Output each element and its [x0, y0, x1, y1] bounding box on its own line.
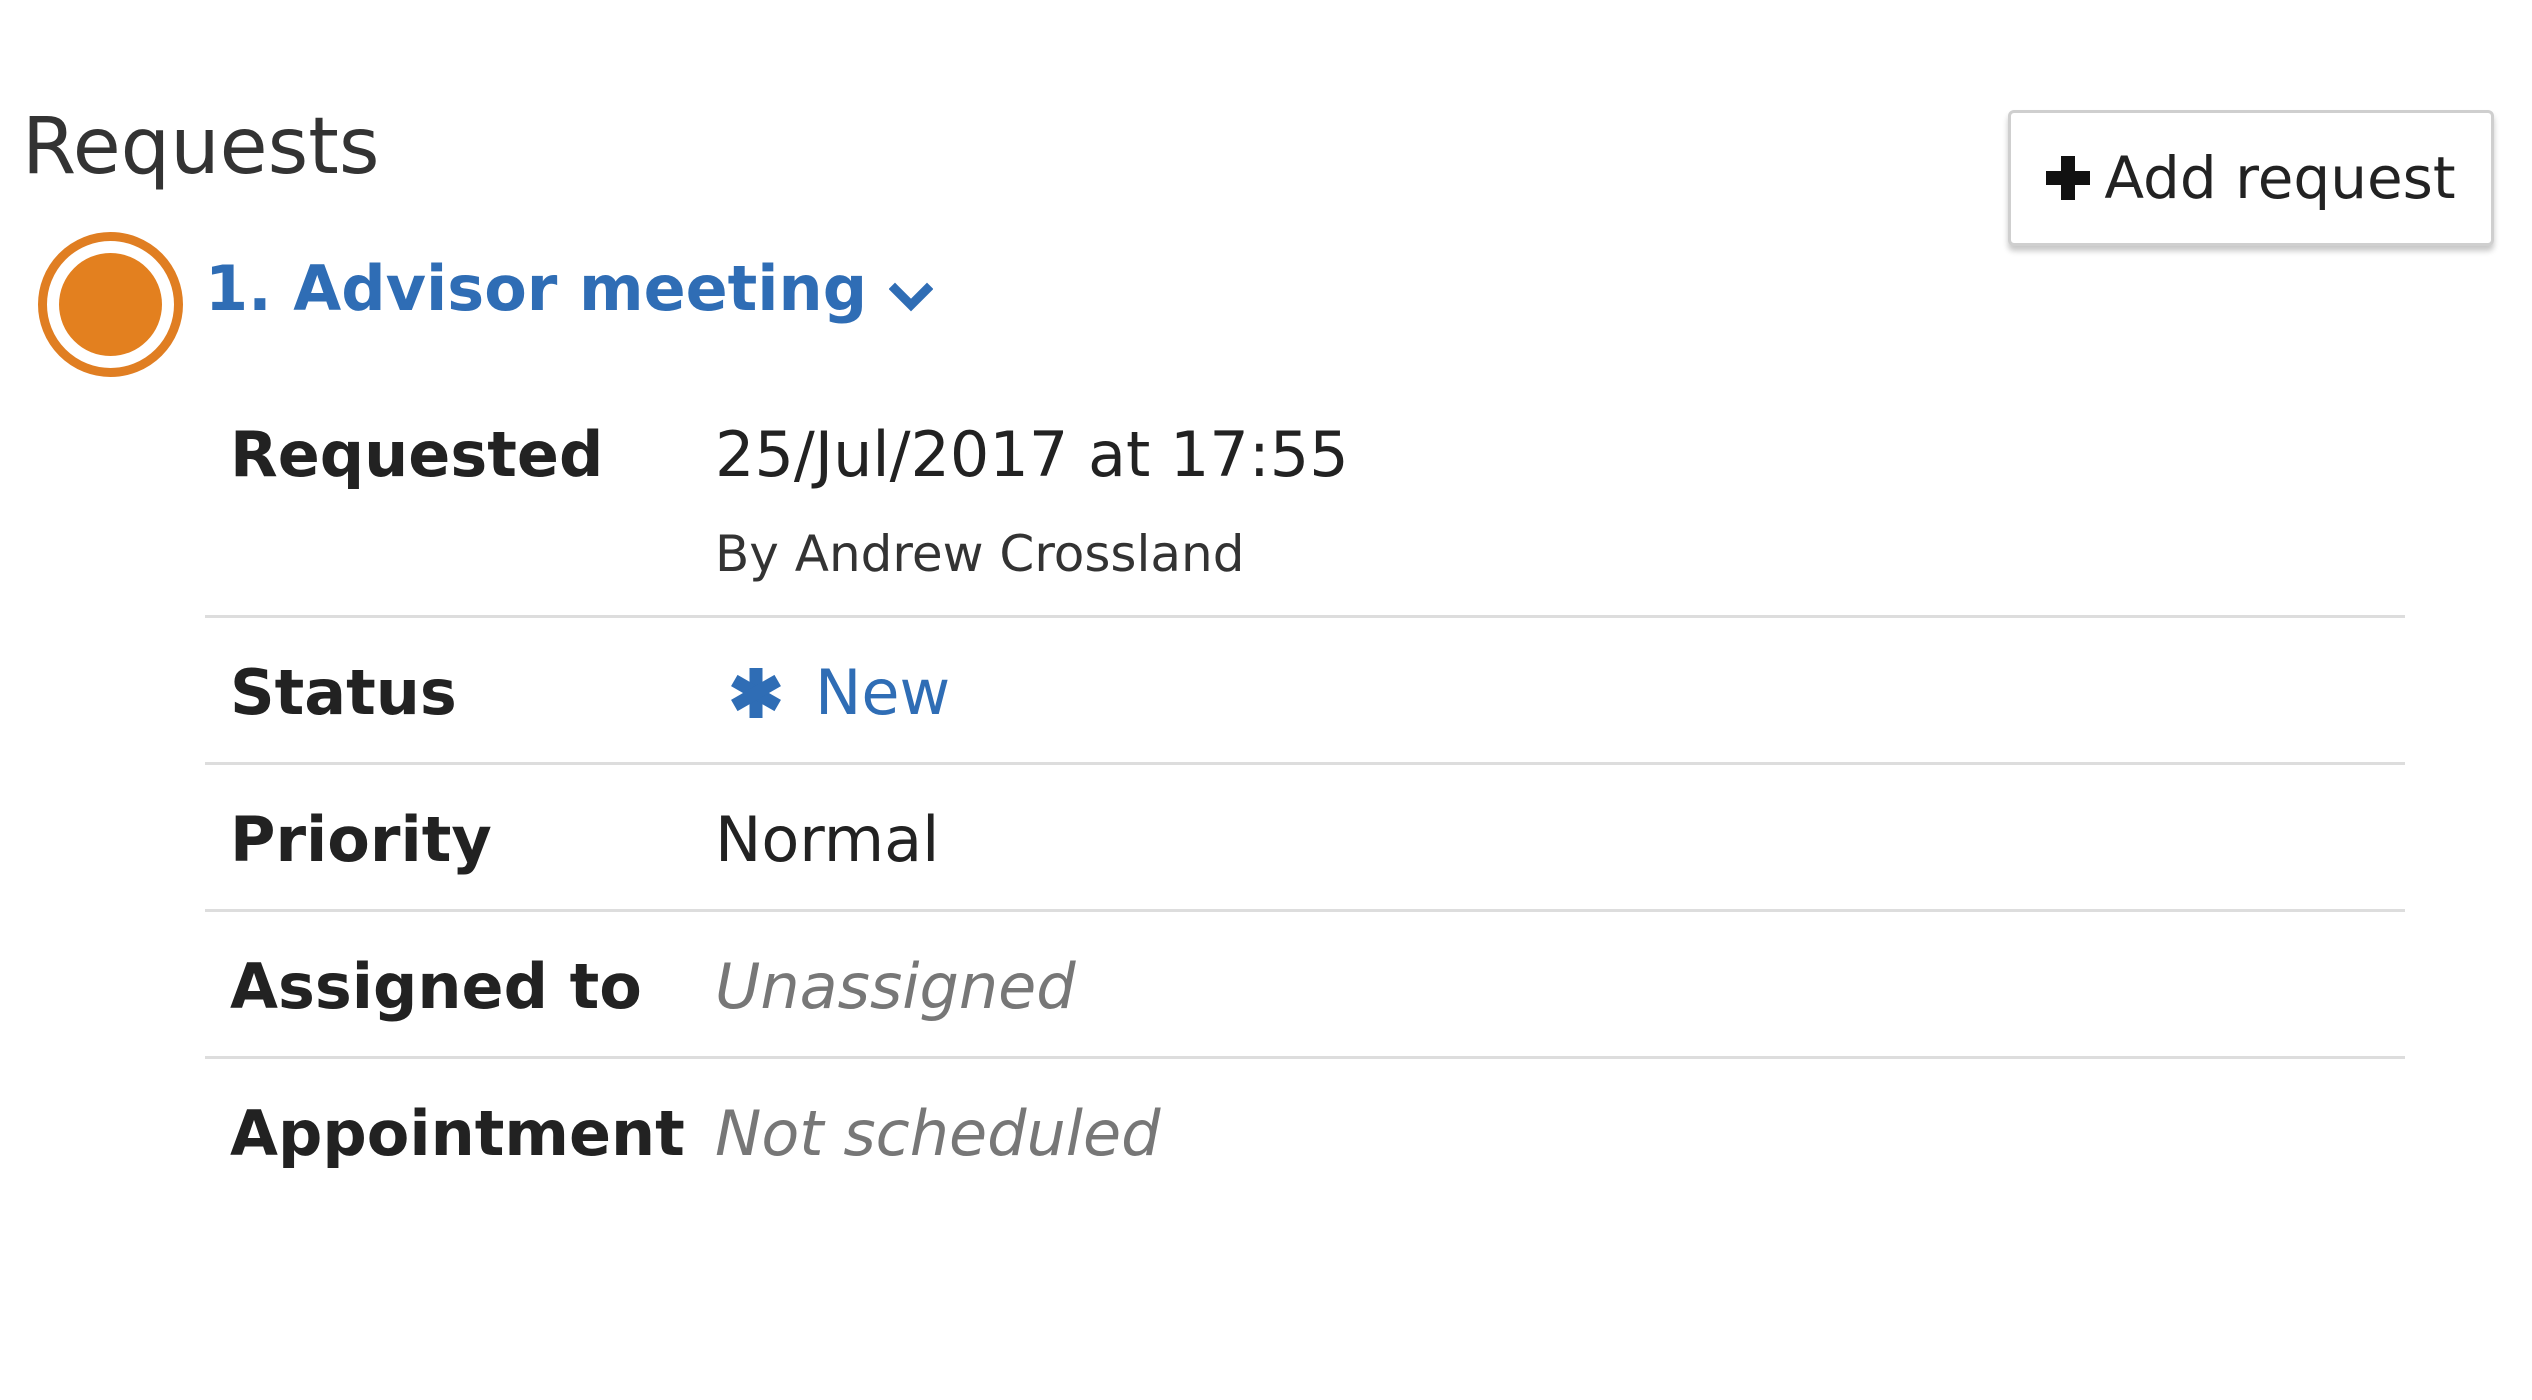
requested-value: 25/Jul/2017 at 17:55 By Andrew Crossland — [715, 418, 1349, 583]
status-value: New — [715, 656, 950, 729]
assigned-to-value: Unassigned — [715, 950, 1076, 1023]
priority-value: Normal — [715, 803, 940, 876]
request-heading-toggle[interactable]: 1. Advisor meeting — [205, 252, 934, 325]
detail-row-requested: Requested 25/Jul/2017 at 17:55 By Andrew… — [205, 380, 2405, 618]
status-indicator-fill — [59, 253, 162, 356]
detail-row-status: Status New — [205, 618, 2405, 765]
requested-datetime: 25/Jul/2017 at 17:55 — [715, 418, 1349, 491]
detail-row-assigned-to: Assigned to Unassigned — [205, 912, 2405, 1059]
plus-icon — [2046, 156, 2091, 200]
add-request-label: Add request — [2104, 144, 2456, 212]
add-request-button[interactable]: Add request — [2008, 110, 2494, 246]
priority-label: Priority — [230, 803, 492, 876]
status-text: New — [815, 656, 951, 729]
detail-row-priority: Priority Normal — [205, 765, 2405, 912]
chevron-down-icon — [889, 282, 934, 312]
status-label: Status — [230, 656, 457, 729]
detail-row-appointment: Appointment Not scheduled — [205, 1059, 2405, 1206]
request-title: 1. Advisor meeting — [205, 252, 868, 325]
requested-label: Requested — [230, 418, 604, 491]
request-status-indicator — [38, 232, 183, 377]
appointment-label: Appointment — [230, 1097, 685, 1170]
appointment-value: Not scheduled — [715, 1097, 1161, 1170]
requested-by: By Andrew Crossland — [715, 525, 1245, 583]
asterisk-icon — [731, 667, 781, 718]
request-details: Requested 25/Jul/2017 at 17:55 By Andrew… — [205, 380, 2405, 1206]
assigned-to-label: Assigned to — [230, 950, 642, 1023]
page-title: Requests — [22, 102, 380, 192]
